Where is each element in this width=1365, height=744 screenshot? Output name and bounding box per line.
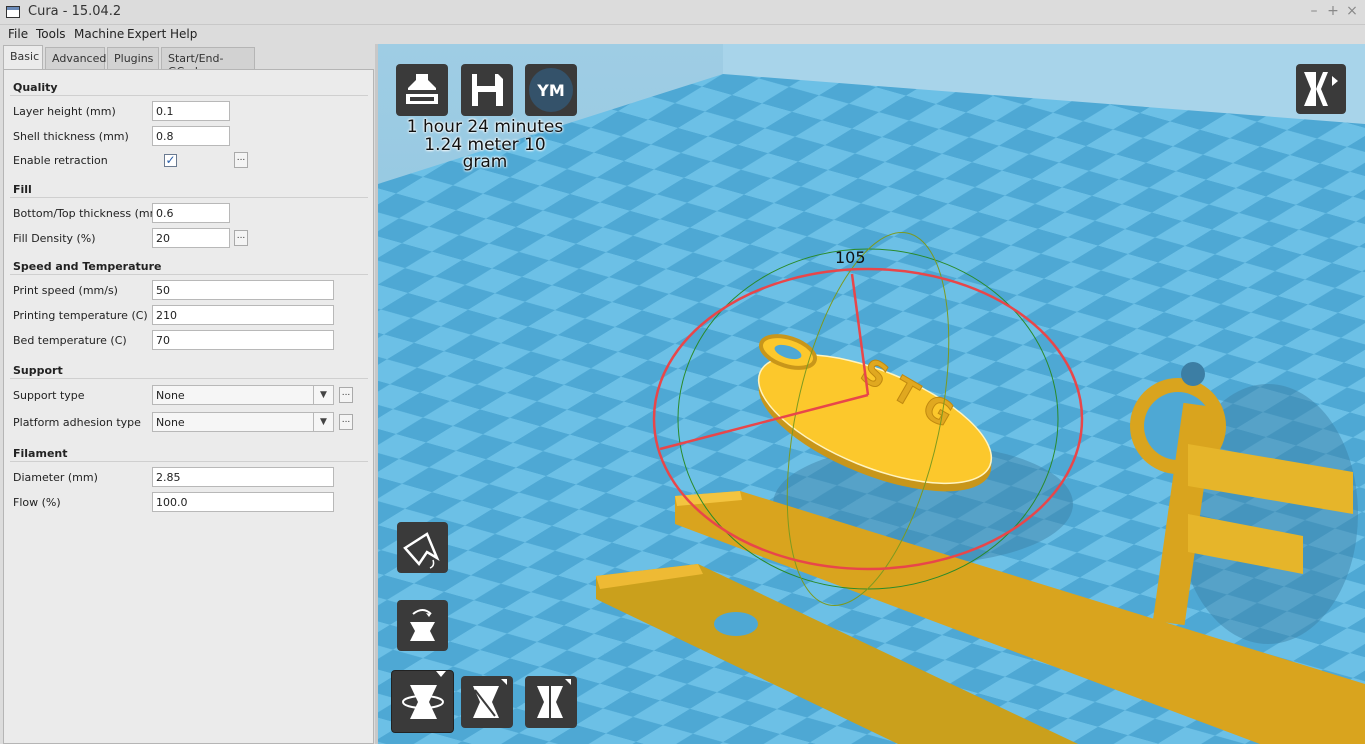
rotate-button[interactable] — [391, 670, 454, 733]
scale-icon — [473, 679, 507, 718]
retraction-more-button[interactable]: ... — [234, 152, 248, 168]
support-type-more-button[interactable]: ... — [339, 387, 353, 403]
layer-height-input[interactable]: 0.1 — [152, 101, 230, 121]
divider — [10, 461, 368, 462]
section-filament: Filament — [13, 447, 68, 460]
settings-tabs: Basic Advanced Plugins Start/End-GCode — [0, 44, 378, 78]
flow-label: Flow (%) — [13, 496, 61, 509]
window-title: Cura - 15.04.2 — [28, 4, 122, 19]
section-quality: Quality — [13, 81, 58, 94]
lay-flat-button[interactable] — [397, 522, 448, 573]
settings-panel: Basic Advanced Plugins Start/End-GCode Q… — [0, 44, 378, 744]
model-key-small-hole — [1181, 362, 1205, 386]
print-speed-input[interactable]: 50 — [152, 280, 334, 300]
tab-plugins[interactable]: Plugins — [107, 47, 159, 69]
bed-temperature-label: Bed temperature (C) — [13, 334, 127, 347]
save-icon — [472, 74, 503, 106]
bed-temperature-input[interactable]: 70 — [152, 330, 334, 350]
ym-label: YM — [536, 81, 565, 100]
minimize-button[interactable]: – — [1306, 3, 1322, 19]
platform-adhesion-value: None — [156, 416, 185, 429]
maximize-button[interactable]: + — [1325, 3, 1341, 19]
fill-density-label: Fill Density (%) — [13, 232, 96, 245]
support-type-select[interactable]: None ▼ — [152, 385, 334, 405]
bottom-top-thickness-label: Bottom/Top thickness (mm) — [13, 207, 165, 220]
mirror-button[interactable] — [525, 676, 577, 728]
view-mode-icon — [1304, 72, 1338, 106]
support-type-value: None — [156, 389, 185, 402]
print-speed-label: Print speed (mm/s) — [13, 284, 118, 297]
menu-tools[interactable]: Tools — [36, 27, 66, 41]
tab-advanced[interactable]: Advanced — [45, 47, 106, 69]
printing-temperature-input[interactable]: 210 — [152, 305, 334, 325]
mirror-icon — [537, 679, 571, 722]
menu-expert[interactable]: Expert — [127, 27, 166, 41]
menu-file[interactable]: File — [8, 27, 28, 41]
rotate-icon — [402, 671, 446, 719]
basic-settings: Quality Layer height (mm) 0.1 Shell thic… — [3, 69, 374, 744]
view-mode-button[interactable] — [1296, 64, 1346, 114]
reset-rotation-icon — [410, 609, 435, 641]
dropdown-arrow-icon: ▼ — [313, 386, 333, 404]
layer-height-label: Layer height (mm) — [13, 105, 116, 118]
diameter-input[interactable]: 2.85 — [152, 467, 334, 487]
3d-viewport[interactable]: S T G 105 YM 1 hour 24 minutes 1.24 mete… — [378, 44, 1365, 744]
retraction-checkbox[interactable]: ✓ — [164, 154, 177, 167]
platform-adhesion-label: Platform adhesion type — [13, 416, 141, 429]
bar-cutout — [714, 612, 758, 636]
support-type-label: Support type — [13, 389, 85, 402]
close-button[interactable]: × — [1344, 3, 1360, 19]
platform-adhesion-more-button[interactable]: ... — [339, 414, 353, 430]
save-button[interactable] — [461, 64, 513, 116]
shell-thickness-input[interactable]: 0.8 — [152, 126, 230, 146]
platform-adhesion-select[interactable]: None ▼ — [152, 412, 334, 432]
bottom-top-thickness-input[interactable]: 0.6 — [152, 203, 230, 223]
window-icon — [6, 6, 20, 18]
flow-input[interactable]: 100.0 — [152, 492, 334, 512]
ym-icon: YM — [529, 68, 573, 112]
title-bar: Cura - 15.04.2 – + × — [0, 0, 1365, 25]
dropdown-arrow-icon: ▼ — [313, 413, 333, 431]
divider — [10, 197, 368, 198]
menu-help[interactable]: Help — [170, 27, 197, 41]
fill-density-more-button[interactable]: ... — [234, 230, 248, 246]
divider — [10, 274, 368, 275]
section-fill: Fill — [13, 183, 32, 196]
reset-rotation-button[interactable] — [397, 600, 448, 651]
menu-bar: File Tools Machine Expert Help — [0, 25, 1365, 44]
shell-thickness-label: Shell thickness (mm) — [13, 130, 129, 143]
divider — [10, 95, 368, 96]
rotation-angle-label: 105 — [835, 248, 866, 267]
retraction-label: Enable retraction — [13, 154, 108, 167]
printing-temperature-label: Printing temperature (C) — [13, 309, 148, 322]
load-icon — [406, 74, 438, 104]
menu-machine[interactable]: Machine — [74, 27, 124, 41]
tab-basic[interactable]: Basic — [3, 45, 43, 70]
section-support: Support — [13, 364, 63, 377]
tab-start-end-gcode[interactable]: Start/End-GCode — [161, 47, 255, 78]
section-speed-temperature: Speed and Temperature — [13, 260, 162, 273]
print-time: 1 hour 24 minutes — [406, 117, 564, 137]
ym-button[interactable]: YM — [525, 64, 577, 116]
material-usage: 1.24 meter 10 gram — [424, 135, 546, 172]
divider — [10, 378, 368, 379]
scale-button[interactable] — [461, 676, 513, 728]
fill-density-input[interactable]: 20 — [152, 228, 230, 248]
lay-flat-icon — [403, 532, 440, 569]
diameter-label: Diameter (mm) — [13, 471, 98, 484]
load-button[interactable] — [396, 64, 448, 116]
